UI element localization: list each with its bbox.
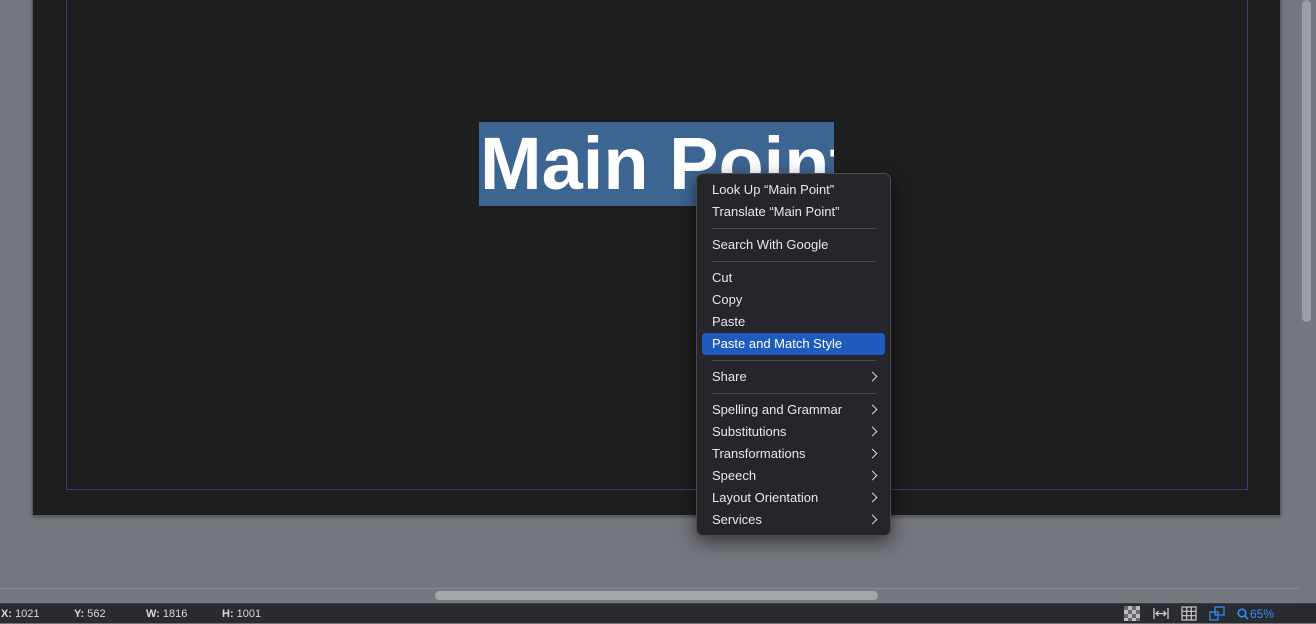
grid-icon[interactable] (1181, 606, 1197, 621)
chevron-right-icon (867, 371, 878, 382)
h-value: 1001 (236, 608, 262, 620)
menu-item-label: Paste (712, 314, 746, 329)
menu-item-spelling-and-grammar[interactable]: Spelling and Grammar (702, 399, 885, 421)
canvas-page[interactable]: Main Point (32, 0, 1281, 516)
w-label: W: (146, 608, 160, 620)
chevron-right-icon (867, 404, 878, 415)
chevron-right-icon (867, 426, 878, 437)
menu-item-copy[interactable]: Copy (702, 289, 885, 311)
transparency-checker-icon[interactable] (1124, 606, 1140, 621)
menu-item-label: Look Up “Main Point” (712, 182, 835, 197)
chevron-right-icon (867, 448, 878, 459)
menu-item-cut[interactable]: Cut (702, 267, 885, 289)
x-label: X: (1, 608, 12, 620)
chevron-right-icon (867, 514, 878, 525)
y-value: 562 (87, 608, 106, 620)
menu-item-paste-and-match-style[interactable]: Paste and Match Style (702, 333, 885, 355)
menu-item-label: Speech (712, 468, 757, 483)
safe-area-guide (66, 0, 1248, 490)
menu-item-label: Share (712, 369, 747, 384)
menu-item-label: Substitutions (712, 424, 787, 439)
menu-item-search-with-google[interactable]: Search With Google (702, 234, 885, 256)
menu-item-label: Copy (712, 292, 743, 307)
menu-item-speech[interactable]: Speech (702, 465, 885, 487)
menu-item-label: Spelling and Grammar (712, 402, 843, 417)
horizontal-scroll-thumb[interactable] (435, 591, 878, 600)
menu-item-services[interactable]: Services (702, 509, 885, 531)
height-readout: H: 1001 (222, 607, 261, 621)
chevron-right-icon (867, 470, 878, 481)
menu-separator (702, 256, 885, 267)
menu-separator (702, 388, 885, 399)
menu-separator (702, 355, 885, 366)
x-coordinate-readout: X: 1021 (1, 607, 40, 621)
zoom-icon (1237, 608, 1249, 620)
menu-item-paste[interactable]: Paste (702, 311, 885, 333)
menu-item-look-up-main-point[interactable]: Look Up “Main Point” (702, 179, 885, 201)
x-value: 1021 (15, 608, 40, 620)
h-label: H: (222, 608, 234, 620)
menu-item-substitutions[interactable]: Substitutions (702, 421, 885, 443)
y-label: Y: (74, 608, 85, 620)
menu-item-transformations[interactable]: Transformations (702, 443, 885, 465)
workspace[interactable]: Main Point (0, 0, 1316, 603)
menu-item-label: Translate “Main Point” (712, 204, 840, 219)
chevron-right-icon (867, 492, 878, 503)
menu-item-label: Layout Orientation (712, 490, 819, 505)
menu-item-translate-main-point[interactable]: Translate “Main Point” (702, 201, 885, 223)
fit-width-icon[interactable] (1153, 606, 1169, 621)
zoom-level[interactable]: 65% (1237, 607, 1274, 621)
menu-item-share[interactable]: Share (702, 366, 885, 388)
width-readout: W: 1816 (146, 607, 187, 621)
menu-item-label: Services (712, 512, 762, 527)
w-value: 1816 (162, 608, 188, 620)
snap-icon[interactable] (1209, 606, 1225, 621)
menu-item-layout-orientation[interactable]: Layout Orientation (702, 487, 885, 509)
zoom-value: 65% (1250, 607, 1275, 621)
menu-item-label: Search With Google (712, 237, 829, 252)
menu-separator (702, 223, 885, 234)
menu-item-label: Paste and Match Style (712, 336, 843, 351)
status-bar: X: 1021 Y: 562 W: 1816 H: 1001 65% (0, 603, 1316, 623)
vertical-scroll-thumb[interactable] (1302, 0, 1311, 322)
context-menu[interactable]: Look Up “Main Point” Translate “Main Poin… (696, 173, 891, 536)
menu-item-label: Cut (712, 270, 733, 285)
menu-item-label: Transformations (712, 446, 806, 461)
y-coordinate-readout: Y: 562 (74, 607, 106, 621)
